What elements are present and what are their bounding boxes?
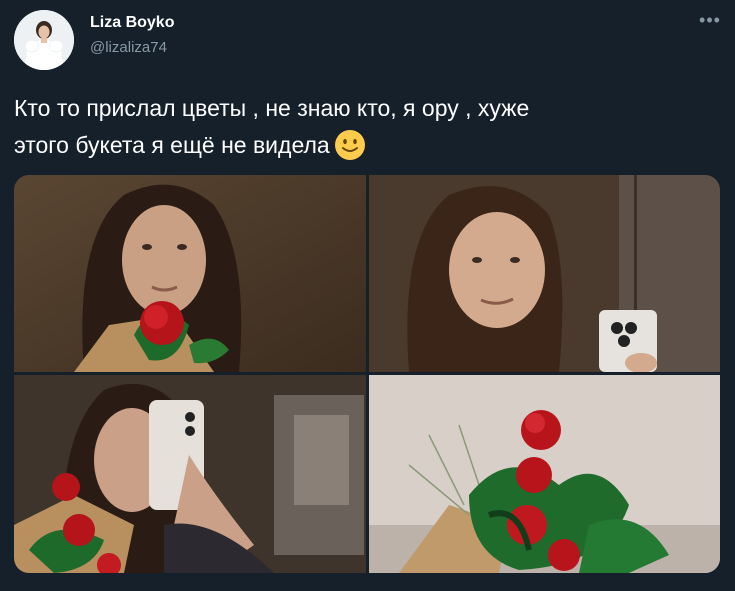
more-options-icon[interactable]: ••• [697, 11, 723, 33]
photo-4-image [369, 375, 720, 573]
slightly-smiling-face-emoji-icon [334, 130, 365, 160]
avatar[interactable] [14, 10, 74, 70]
avatar-image [14, 10, 74, 70]
tweet-text-line-2: этого букета я ещё не видела [14, 127, 714, 164]
media-grid [14, 175, 720, 573]
photo-3[interactable] [14, 375, 366, 573]
photo-1-image [14, 175, 366, 372]
user-handle[interactable]: @lizaliza74 [90, 37, 174, 59]
photo-1[interactable] [14, 175, 366, 372]
photo-4[interactable] [369, 375, 720, 573]
photo-3-image [14, 375, 366, 573]
photo-2-image [369, 175, 720, 372]
display-name[interactable]: Liza Boyko [90, 12, 174, 34]
tweet-text: Кто то прислал цветы , не знаю кто, я ор… [14, 90, 714, 164]
tweet-text-line-2-text: этого букета я ещё не видела [14, 132, 330, 158]
author-block: Liza Boyko @lizaliza74 [90, 12, 174, 59]
photo-2[interactable] [369, 175, 720, 372]
tweet-card: Liza Boyko @lizaliza74 ••• Кто то присла… [0, 0, 735, 591]
tweet-text-line-1: Кто то прислал цветы , не знаю кто, я ор… [14, 95, 530, 121]
